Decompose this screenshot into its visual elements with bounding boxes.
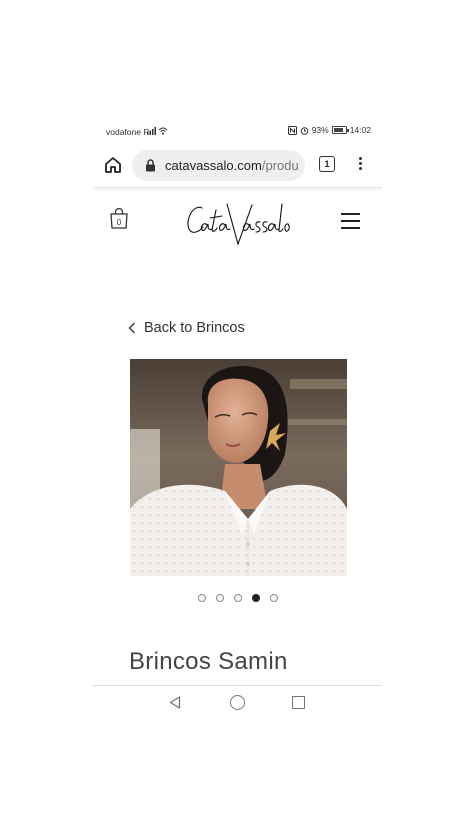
overflow-menu-icon[interactable] (357, 155, 363, 175)
gallery-dot[interactable] (251, 594, 260, 602)
nav-back-icon[interactable] (169, 696, 181, 709)
nav-recents-icon[interactable] (292, 696, 305, 709)
back-to-category-link[interactable]: Back to Brincos (128, 320, 245, 336)
clock: 14:02 (349, 125, 371, 135)
lock-icon (146, 159, 155, 172)
gallery-dot[interactable] (215, 594, 224, 602)
hamburger-menu-icon[interactable] (341, 213, 360, 229)
product-title: Brincos Samin (129, 648, 288, 675)
product-photo[interactable] (130, 359, 347, 576)
gallery-pagination (93, 594, 382, 602)
url-host: catavassalo.com (165, 158, 262, 173)
nav-home-icon[interactable] (230, 695, 245, 710)
battery-icon (331, 126, 349, 134)
tab-switcher-button[interactable]: 1 (319, 156, 335, 172)
phone-screen: vodafone P 93% 14:02 catavassalo.com/pro… (93, 118, 382, 718)
url-text: catavassalo.com/produ (165, 158, 299, 173)
status-bar: vodafone P 93% 14:02 (93, 118, 382, 142)
gallery-dot[interactable] (233, 594, 242, 602)
site-logo[interactable] (183, 196, 293, 248)
url-path: /produ (261, 158, 299, 173)
chevron-left-icon (128, 322, 135, 334)
nfc-icon (287, 125, 297, 135)
browser-toolbar: catavassalo.com/produ 1 (93, 142, 382, 188)
back-link-label: Back to Brincos (144, 320, 245, 336)
system-navigation-bar (93, 685, 382, 718)
alarm-icon (300, 126, 309, 135)
shopping-bag-icon[interactable]: 0 (109, 206, 129, 230)
gallery-dot[interactable] (269, 594, 278, 602)
home-icon[interactable] (103, 155, 123, 175)
carrier-label: vodafone P (106, 127, 150, 137)
battery-percent: 93% (311, 125, 329, 135)
gallery-dot[interactable] (197, 594, 206, 602)
signal-wifi-icon (147, 127, 168, 135)
url-bar[interactable]: catavassalo.com/produ (132, 150, 305, 181)
cart-count: 0 (117, 218, 122, 227)
